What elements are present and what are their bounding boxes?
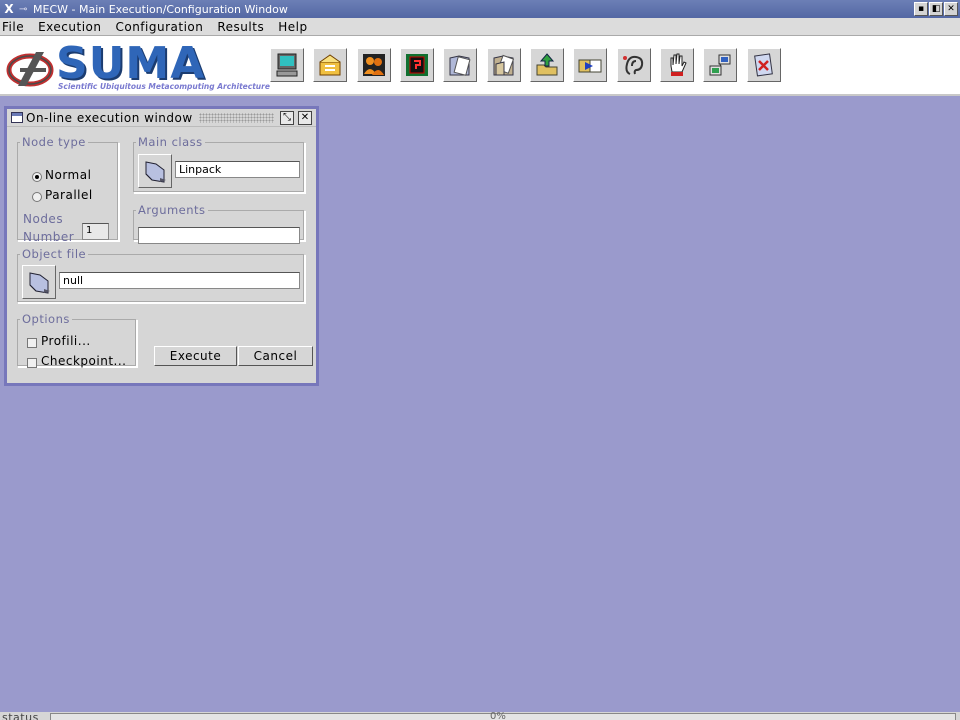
main-class-legend: Main class xyxy=(138,135,203,149)
network-button[interactable] xyxy=(703,48,737,82)
radio-normal[interactable] xyxy=(32,172,42,182)
upload-icon xyxy=(536,53,558,76)
menu-results[interactable]: Results xyxy=(215,20,270,34)
arguments-legend: Arguments xyxy=(138,203,206,217)
computer-button[interactable] xyxy=(270,48,304,82)
radio-normal-label[interactable]: Normal xyxy=(45,168,91,182)
window-titlebar[interactable]: X ⊸ MECW - Main Execution/Configuration … xyxy=(0,0,960,18)
folder-open-doc-icon xyxy=(493,54,515,76)
folder-icon xyxy=(145,161,166,183)
x-logo-icon[interactable]: X xyxy=(1,1,17,17)
toolbar: SUMA Scientific Ubiquitous Metacomputing… xyxy=(0,36,960,96)
window-title: MECW - Main Execution/Configuration Wind… xyxy=(33,2,288,16)
menu-configuration[interactable]: Configuration xyxy=(113,20,209,34)
restore-icon[interactable]: ⤡ xyxy=(280,110,294,125)
window-icon xyxy=(11,112,23,123)
profiling-checkbox[interactable] xyxy=(27,338,37,348)
transfer-button[interactable] xyxy=(573,48,607,82)
radio-parallel-label[interactable]: Parallel xyxy=(45,188,93,202)
dialog-titlebar[interactable]: On-line execution window ⤡ ✕ xyxy=(7,109,316,127)
pin-icon[interactable]: ⊸ xyxy=(19,4,31,15)
execute-button[interactable]: Execute xyxy=(154,346,237,366)
close-button[interactable]: ✕ xyxy=(944,2,958,16)
options-group: Options Profili... Checkpoint... xyxy=(17,312,137,368)
arguments-input[interactable] xyxy=(138,227,300,244)
cancel-button[interactable]: Cancel xyxy=(238,346,313,366)
menu-execution[interactable]: Execution xyxy=(36,20,107,34)
computer-icon xyxy=(276,53,298,77)
checkpoint-label[interactable]: Checkpoint... xyxy=(41,354,126,368)
ear-icon xyxy=(623,55,644,75)
checkpoint-checkbox[interactable] xyxy=(27,358,37,368)
upload-button[interactable] xyxy=(530,48,564,82)
object-file-legend: Object file xyxy=(22,247,87,261)
object-file-input[interactable]: null xyxy=(59,272,300,289)
folder-doc-button[interactable] xyxy=(443,48,477,82)
logo-ring-icon xyxy=(6,52,54,87)
network-icon xyxy=(709,54,731,76)
logo-tagline: Scientific Ubiquitous Metacomputing Arch… xyxy=(58,82,270,91)
node-type-group: Node type Normal Parallel Nodes Number 1 xyxy=(17,135,119,244)
menu-help[interactable]: Help xyxy=(276,20,313,34)
dialog-title: On-line execution window xyxy=(26,110,193,125)
suma-logo: SUMA Scientific Ubiquitous Metacomputing… xyxy=(6,38,270,92)
folder-icon xyxy=(29,272,50,294)
folder-doc-icon xyxy=(449,55,471,76)
hand-stop-icon xyxy=(670,53,687,76)
main-class-input[interactable]: Linpack xyxy=(175,161,300,178)
number-label: Number xyxy=(23,230,75,244)
stop-button[interactable] xyxy=(660,48,694,82)
profiling-label[interactable]: Profili... xyxy=(41,334,91,348)
nodes-label: Nodes xyxy=(23,212,64,226)
nodes-number-field[interactable]: 1 xyxy=(82,223,109,240)
users-icon xyxy=(363,54,385,76)
menu-file[interactable]: File xyxy=(0,20,30,34)
chip-button[interactable] xyxy=(400,48,434,82)
delete-doc-button[interactable] xyxy=(747,48,781,82)
radio-parallel[interactable] xyxy=(32,192,42,202)
delete-doc-icon xyxy=(754,53,773,77)
status-label: status xyxy=(2,712,39,720)
options-legend: Options xyxy=(22,312,70,326)
dialog-close-icon[interactable]: ✕ xyxy=(298,110,312,125)
minimize-button[interactable]: ▪ xyxy=(914,2,928,16)
object-file-group: Object file null xyxy=(17,247,305,303)
folder-open-doc-button[interactable] xyxy=(487,48,521,82)
arguments-group: Arguments xyxy=(133,203,305,244)
transfer-icon xyxy=(578,59,602,73)
menubar: File Execution Configuration Results Hel… xyxy=(0,18,960,36)
users-button[interactable] xyxy=(357,48,391,82)
main-class-browse-button[interactable] xyxy=(138,154,172,188)
maximize-button[interactable]: ◧ xyxy=(929,2,943,16)
node-type-legend: Node type xyxy=(22,135,86,149)
titlebar-grip xyxy=(198,112,274,123)
mail-box-icon xyxy=(319,54,341,76)
main-class-group: Main class Linpack xyxy=(133,135,305,193)
progress-text: 0% xyxy=(490,712,506,720)
online-execution-window: On-line execution window ⤡ ✕ Node type N… xyxy=(4,106,319,386)
chip-icon xyxy=(406,54,428,76)
object-file-browse-button[interactable] xyxy=(22,265,56,299)
ear-button[interactable] xyxy=(617,48,651,82)
mailbox-button[interactable] xyxy=(313,48,347,82)
statusbar: status 0% xyxy=(0,712,960,720)
